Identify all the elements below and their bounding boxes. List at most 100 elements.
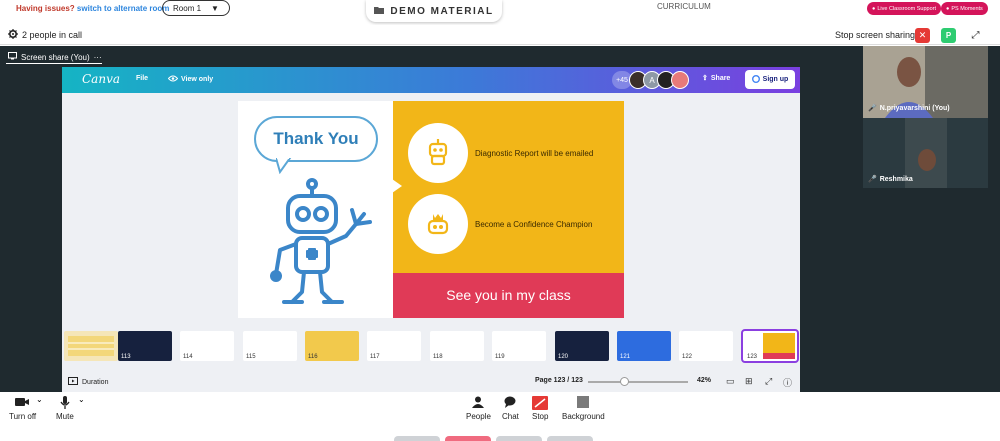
thumb-number: 119 (495, 354, 505, 360)
screen-share-tab[interactable]: Screen share (You) ··· (8, 52, 102, 62)
settings-icon[interactable] (8, 29, 18, 41)
chevron-down-icon[interactable]: ⌄ (78, 395, 85, 404)
bottom-tab[interactable] (547, 436, 593, 441)
chat-label: Chat (502, 412, 519, 421)
notes-icon[interactable]: ▭ (726, 376, 735, 387)
slide-title: Thank You (273, 129, 359, 148)
slide-notch (392, 179, 402, 193)
zoom-slider-handle[interactable] (620, 377, 629, 386)
stop-sharing-button[interactable]: ✕ (915, 28, 930, 43)
robot-illustration (270, 178, 372, 304)
slide-thumbnail[interactable]: 118 (430, 331, 484, 361)
demo-material-label: DEMO MATERIAL (390, 5, 494, 17)
camera-toggle-button[interactable]: Turn off (9, 396, 36, 421)
slide-thumbnail[interactable]: 113 (118, 331, 172, 361)
chevron-down-icon[interactable]: ⌄ (36, 395, 43, 404)
slide-thumbnail[interactable] (64, 331, 118, 361)
folder-icon (374, 6, 385, 17)
thumb-number: 121 (620, 354, 631, 360)
ps-moments-button[interactable]: ● PS Moments (941, 2, 988, 15)
crown-robot-icon (427, 214, 449, 235)
close-icon: ✕ (918, 30, 927, 40)
issue-notice: Having issues? switch to alternate room (16, 4, 169, 13)
zoom-slider[interactable] (588, 381, 688, 383)
background-button[interactable]: Background (562, 396, 605, 421)
issue-label: Having issues? (16, 4, 75, 13)
slide-thumbnail[interactable]: 121 (617, 331, 671, 361)
slide-thumbnail[interactable]: 115 (243, 331, 297, 361)
slide-item-champion: Become a Confidence Champion (475, 220, 593, 229)
duration-button[interactable]: Duration (68, 377, 108, 387)
mute-label: Mute (56, 412, 74, 421)
stop-sharing-label: Stop screen sharing (835, 30, 916, 40)
support-icon: ● (872, 5, 876, 12)
thumb-number: 117 (370, 354, 380, 360)
video-camera-icon (9, 396, 36, 410)
slide-thumbnail[interactable]: 116 (305, 331, 359, 361)
view-only-label: View only (181, 76, 214, 83)
mic-icon: 🎤 (868, 176, 877, 183)
more-icon[interactable]: ··· (94, 53, 102, 62)
background-label: Background (562, 412, 605, 421)
room-select[interactable]: Room 1 ▼ (162, 0, 230, 16)
curriculum-tab[interactable]: CURRICULUM (657, 2, 711, 11)
share-button[interactable]: ⇪ Share (702, 74, 730, 83)
participant-name-label: Reshmika (879, 175, 913, 183)
mic-toggle-button[interactable]: Mute (56, 396, 74, 421)
participant-name: 🎤 N.priyavarshini (You) (868, 104, 950, 113)
file-menu[interactable]: File (136, 75, 148, 82)
bottom-tab[interactable] (394, 436, 440, 441)
caret-down-icon: ▼ (211, 3, 219, 13)
mic-icon: 🎤 (868, 105, 877, 112)
sign-up-button[interactable]: Sign up (745, 70, 795, 89)
tab-underline (6, 63, 102, 64)
grid-view-icon[interactable]: ⊞ (745, 376, 753, 387)
bottom-tab[interactable] (445, 436, 491, 441)
thumb-number: 114 (183, 354, 193, 360)
people-count-label: 2 people in call (22, 30, 83, 40)
slide-footer-text: See you in my class (446, 287, 571, 303)
stop-share-button[interactable]: Stop (532, 396, 548, 421)
google-icon (751, 74, 760, 85)
person-icon (466, 396, 491, 410)
people-button[interactable]: People (466, 396, 491, 421)
people-label: People (466, 412, 491, 421)
camera-icon: ● (946, 5, 950, 12)
report-icon (428, 139, 448, 166)
thumb-number: 113 (121, 354, 131, 360)
live-support-button[interactable]: ● Live Classroom Support (867, 2, 942, 15)
thumb-number: 122 (682, 354, 693, 360)
chat-bubble-icon (502, 396, 519, 410)
slide-thumbnail[interactable]: 117 (367, 331, 421, 361)
slide-thumbnail[interactable]: 122 (679, 331, 733, 361)
slide-thumbnail[interactable]: 114 (180, 331, 234, 361)
upload-icon: ⇪ (702, 75, 708, 82)
duration-label: Duration (82, 378, 109, 386)
thumb-number: 120 (558, 354, 569, 360)
alternate-room-link[interactable]: switch to alternate room (77, 4, 169, 13)
room-select-value: Room 1 (173, 3, 202, 13)
fullscreen-icon[interactable]: ⤢ (968, 28, 983, 43)
view-only-button[interactable]: View only (167, 75, 214, 84)
bottom-tab[interactable] (496, 436, 542, 441)
slide-thumbnail-selected[interactable]: 123 (741, 329, 799, 363)
slide-thumbnail[interactable]: 119 (492, 331, 546, 361)
sign-up-label: Sign up (762, 76, 789, 83)
slide-thumbnail[interactable]: 120 (555, 331, 609, 361)
stop-label: Stop (532, 412, 549, 421)
thumb-number: 123 (747, 354, 758, 360)
demo-material-tab[interactable]: DEMO MATERIAL (366, 0, 502, 22)
turn-off-label: Turn off (9, 412, 37, 421)
fullscreen-icon[interactable]: ⤢ (765, 376, 772, 387)
thumb-number: 118 (433, 354, 443, 360)
live-support-label: Live Classroom Support (877, 5, 937, 12)
avatar[interactable] (671, 71, 689, 89)
chat-button[interactable]: Chat (502, 396, 519, 421)
eye-icon (167, 75, 179, 84)
bottom-toolbar (0, 392, 1000, 441)
help-icon[interactable]: ⓘ (783, 376, 792, 389)
p-button[interactable]: P (941, 28, 956, 43)
ps-moments-label: PS Moments (951, 5, 983, 12)
canva-logo[interactable]: Canva (82, 72, 120, 86)
participant-name: 🎤 Reshmika (868, 175, 913, 184)
